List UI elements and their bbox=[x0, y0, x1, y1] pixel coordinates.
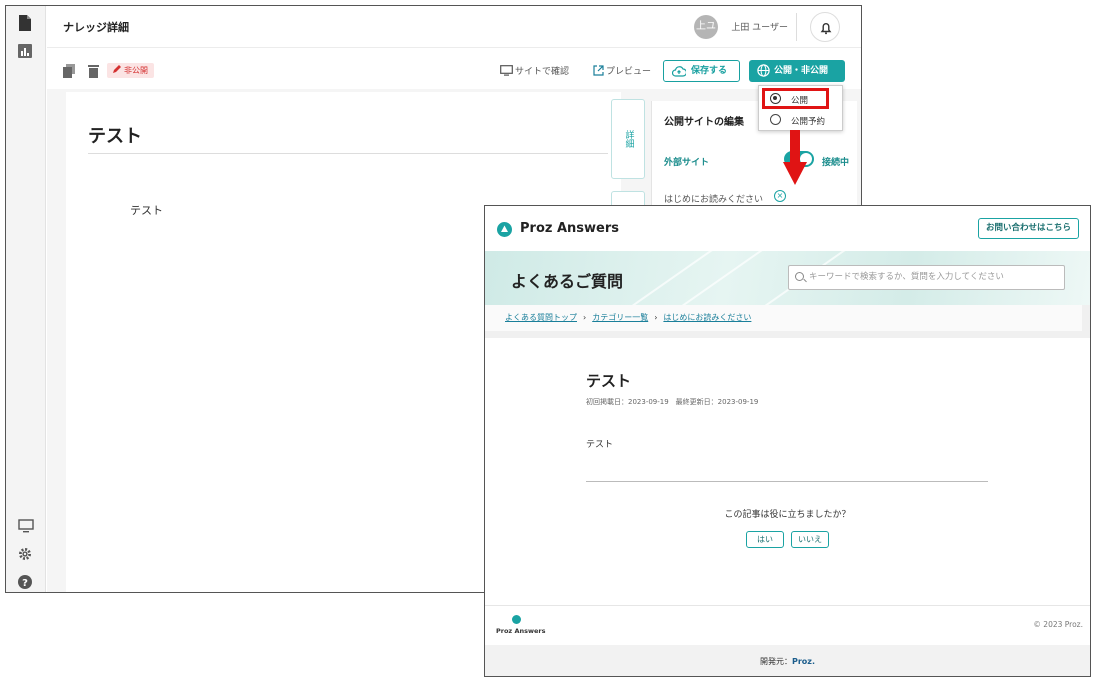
feedback-yes-button[interactable]: はい bbox=[746, 531, 784, 548]
search-placeholder: キーワードで検索するか、質問を入力してください bbox=[809, 272, 1004, 282]
avatar[interactable]: 上ユ bbox=[694, 15, 718, 39]
admin-header: ナレッジ詳細 上ユ 上田 ユーザー bbox=[47, 6, 861, 48]
tab-details-label: 詳細 bbox=[623, 130, 634, 148]
category-chip: はじめにお読みください bbox=[664, 195, 764, 205]
copyright: © 2023 Proz. bbox=[1033, 620, 1083, 629]
page-title: ナレッジ詳細 bbox=[63, 21, 129, 34]
article-toolbar: 非公開 サイトで確認 プレビュー 保存する 公開・非公開 bbox=[47, 49, 861, 89]
publish-toggle-button[interactable]: 公開・非公開 bbox=[749, 60, 845, 82]
user-name[interactable]: 上田 ユーザー bbox=[731, 20, 788, 33]
monitor-icon[interactable] bbox=[18, 518, 34, 534]
highlight-box bbox=[762, 88, 829, 109]
radio-scheduled[interactable] bbox=[770, 114, 781, 125]
brand-logo-icon[interactable] bbox=[497, 222, 512, 237]
cloud-upload-icon bbox=[672, 66, 686, 77]
site-header: Proz Answers お問い合わせはこちら bbox=[485, 206, 1090, 251]
feedback-no-button[interactable]: いいえ bbox=[791, 531, 829, 548]
trash-icon[interactable] bbox=[88, 63, 99, 82]
external-site-label: 外部サイト bbox=[664, 158, 710, 168]
red-arrow-icon bbox=[783, 130, 807, 185]
article-dates: 初回掲載日：2023-09-19 最終更新日：2023-09-19 bbox=[586, 398, 759, 406]
breadcrumb: よくある質問トップ › カテゴリー一覧 › はじめにお読みください bbox=[485, 305, 1090, 331]
external-link-icon bbox=[593, 65, 604, 76]
developer-label: 開発元： bbox=[760, 657, 792, 666]
document-icon[interactable] bbox=[18, 15, 34, 31]
horizontal-scrollbar[interactable] bbox=[485, 331, 1090, 338]
breadcrumb-link-read-first[interactable]: はじめにお読みください bbox=[663, 313, 751, 322]
vertical-scrollbar[interactable] bbox=[1082, 305, 1090, 338]
site-check-link[interactable]: サイトで確認 bbox=[500, 64, 569, 77]
header-divider bbox=[796, 13, 797, 41]
copy-icon[interactable] bbox=[63, 63, 75, 82]
article-body: テスト bbox=[586, 440, 614, 450]
document-title[interactable]: テスト bbox=[88, 122, 142, 148]
search-input[interactable]: キーワードで検索するか、質問を入力してください bbox=[788, 265, 1065, 290]
footer-brand[interactable]: Proz Answers bbox=[496, 627, 546, 635]
footer-logo-icon[interactable] bbox=[512, 615, 521, 624]
remove-category-icon[interactable]: × bbox=[774, 190, 786, 202]
tab-details[interactable]: 詳細 bbox=[611, 99, 645, 179]
contact-button[interactable]: お問い合わせはこちら bbox=[978, 218, 1079, 239]
document-body[interactable]: テスト bbox=[130, 202, 163, 218]
developer-bar: 開発元：Proz. bbox=[485, 645, 1090, 676]
article-title: テスト bbox=[586, 372, 632, 390]
status-badge: 非公開 bbox=[107, 63, 154, 78]
svg-text:?: ? bbox=[22, 578, 28, 589]
faq-title: よくあるご質問 bbox=[511, 272, 624, 291]
save-label: 保存する bbox=[691, 66, 728, 76]
brand-name[interactable]: Proz Answers bbox=[520, 221, 619, 236]
monitor-icon bbox=[500, 65, 513, 76]
faq-hero: よくあるご質問 キーワードで検索するか、質問を入力してください bbox=[485, 251, 1090, 305]
save-button[interactable]: 保存する bbox=[663, 60, 740, 82]
site-check-label: サイトで確認 bbox=[515, 67, 570, 77]
left-rail: ? bbox=[6, 6, 46, 592]
connection-status: 接続中 bbox=[822, 158, 850, 168]
help-icon[interactable]: ? bbox=[18, 574, 34, 590]
breadcrumb-link-top[interactable]: よくある質問トップ bbox=[505, 313, 577, 322]
bell-icon[interactable] bbox=[810, 12, 840, 42]
chart-icon[interactable] bbox=[18, 43, 34, 59]
site-footer: Proz Answers © 2023 Proz. bbox=[485, 605, 1090, 645]
developer-name[interactable]: Proz. bbox=[792, 657, 815, 666]
publish-label: 公開・非公開 bbox=[774, 66, 829, 76]
gear-icon[interactable] bbox=[18, 546, 34, 562]
feedback-question: この記事は役に立ちましたか？ bbox=[724, 510, 851, 520]
search-icon bbox=[795, 272, 804, 281]
preview-link[interactable]: プレビュー bbox=[593, 64, 651, 77]
preview-label: プレビュー bbox=[606, 67, 652, 77]
title-divider bbox=[88, 153, 608, 154]
panel-heading: 公開サイトの編集 bbox=[664, 117, 744, 128]
globe-icon bbox=[757, 64, 770, 77]
article-divider bbox=[586, 481, 988, 482]
breadcrumb-link-categories[interactable]: カテゴリー一覧 bbox=[592, 313, 648, 322]
option-scheduled[interactable]: 公開予約 bbox=[791, 115, 825, 127]
public-site-window: Proz Answers お問い合わせはこちら よくあるご質問 キーワードで検索… bbox=[484, 205, 1091, 677]
status-badge-label: 非公開 bbox=[124, 66, 148, 75]
